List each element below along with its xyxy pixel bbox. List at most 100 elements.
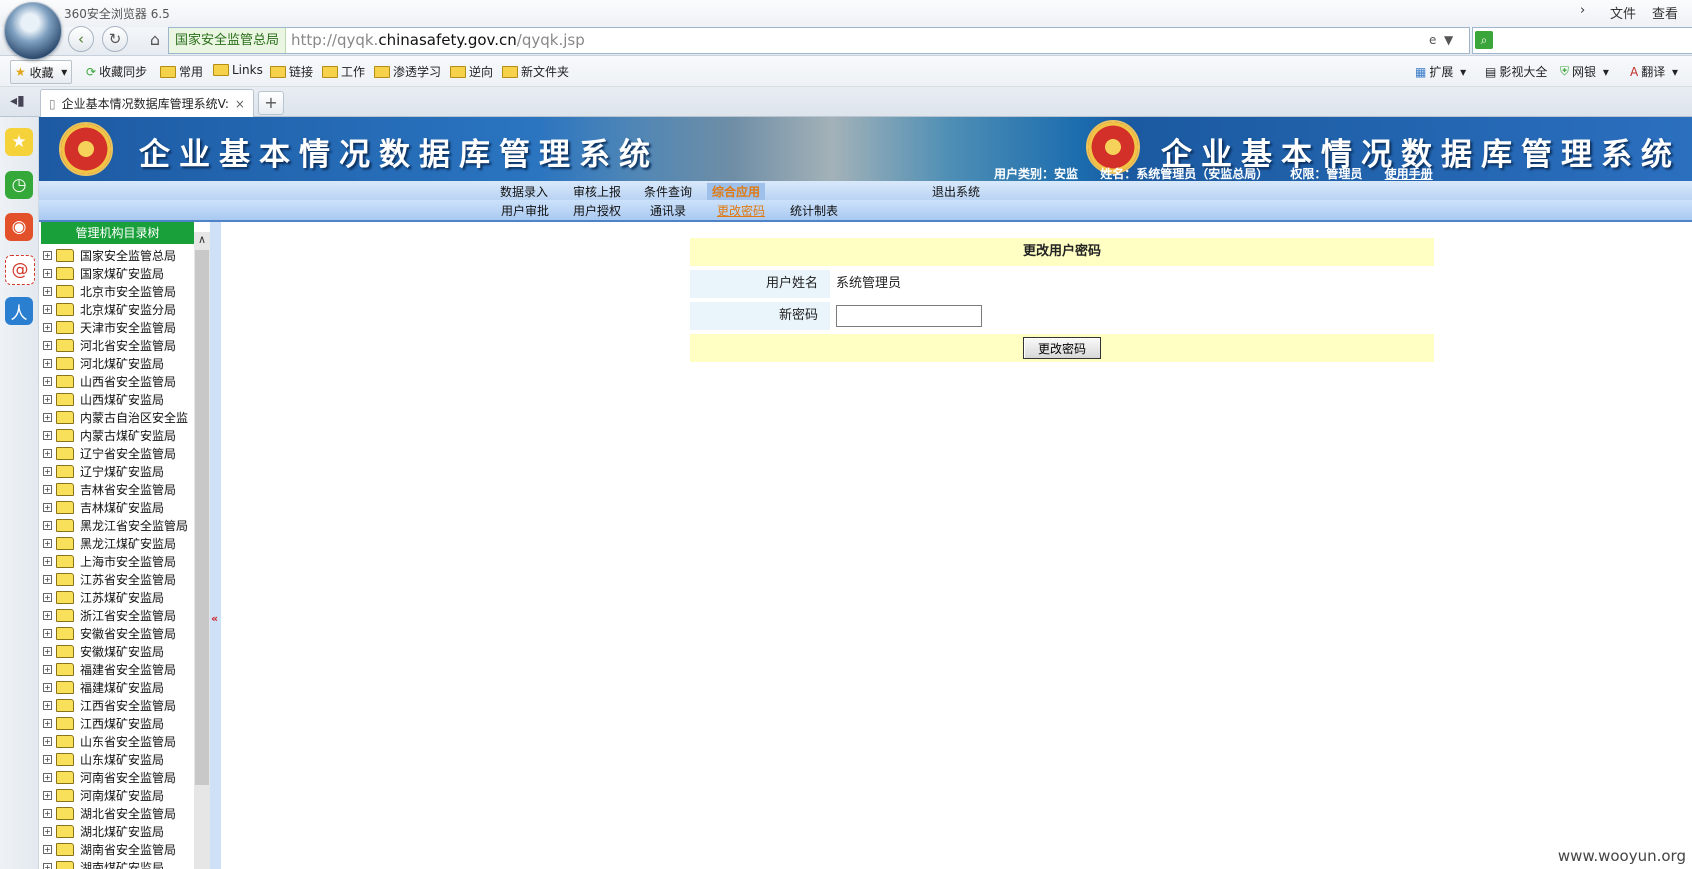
email-icon[interactable]: @ [5, 255, 35, 285]
expand-plus-icon[interactable]: + [43, 772, 52, 782]
tree-node[interactable]: + 江西省安全监管局 [41, 696, 194, 714]
new-tab-button[interactable]: + [258, 91, 284, 115]
tree-node[interactable]: + 湖北省安全监管局 [41, 804, 194, 822]
expand-plus-icon[interactable]: + [43, 250, 52, 260]
dropdown-arrow-icon[interactable]: ▼ [1444, 33, 1453, 47]
fav-sync[interactable]: ⟳ 收藏同步 [86, 63, 147, 80]
home-button[interactable]: ⌂ [144, 28, 166, 50]
bank-button[interactable]: ⛨ 网银 ▾ [1560, 63, 1609, 80]
tree-node[interactable]: + 湖南省安全监管局 [41, 840, 194, 858]
menu-condition-query[interactable]: 条件查询 [644, 183, 692, 200]
scroll-up-icon[interactable]: ∧ [194, 232, 210, 248]
tree-node[interactable]: + 黑龙江煤矿安监局 [41, 534, 194, 552]
expand-plus-icon[interactable]: + [43, 520, 52, 530]
favorites-button[interactable]: ★ 收藏 ▾ [10, 60, 73, 84]
tree-node[interactable]: + 福建煤矿安监局 [41, 678, 194, 696]
submenu-statistics[interactable]: 统计制表 [790, 202, 838, 219]
expand-plus-icon[interactable]: + [43, 844, 52, 854]
expand-plus-icon[interactable]: + [43, 502, 52, 512]
expand-plus-icon[interactable]: + [43, 736, 52, 746]
menu-review-report[interactable]: 审核上报 [573, 183, 621, 200]
tree-node[interactable]: + 黑龙江省安全监管局 [41, 516, 194, 534]
close-icon[interactable]: × [235, 97, 245, 111]
fav-folder-common[interactable]: 常用 [160, 63, 203, 80]
expand-plus-icon[interactable]: + [43, 682, 52, 692]
fav-folder-work[interactable]: 工作 [322, 63, 365, 80]
history-clock-icon[interactable]: ◷ [5, 171, 33, 199]
expand-plus-icon[interactable]: + [43, 718, 52, 728]
expand-plus-icon[interactable]: + [43, 646, 52, 656]
expand-plus-icon[interactable]: + [43, 448, 52, 458]
change-password-button[interactable]: 更改密码 [1023, 337, 1101, 359]
tree-node[interactable]: + 辽宁煤矿安监局 [41, 462, 194, 480]
translate-button[interactable]: A 翻译 ▾ [1630, 63, 1678, 80]
tree-node[interactable]: + 安徽省安全监管局 [41, 624, 194, 642]
tree-node[interactable]: + 国家煤矿安监局 [41, 264, 194, 282]
url-text[interactable]: http://qyqk.chinasafety.gov.cn/qyqk.jsp [291, 28, 585, 53]
tree-node[interactable]: + 北京煤矿安监分局 [41, 300, 194, 318]
search-icon[interactable]: ⌕ [1475, 31, 1493, 49]
tree-node[interactable]: + 湖北煤矿安监局 [41, 822, 194, 840]
chevron-right-icon[interactable]: › [1580, 3, 1585, 18]
expand-plus-icon[interactable]: + [43, 754, 52, 764]
tree-node[interactable]: + 山西省安全监管局 [41, 372, 194, 390]
tree-node[interactable]: + 国家安全监管总局 [41, 246, 194, 264]
fav-folder-link[interactable]: 链接 [270, 63, 313, 80]
expand-plus-icon[interactable]: + [43, 700, 52, 710]
menu-comprehensive[interactable]: 综合应用 [707, 183, 766, 200]
expand-plus-icon[interactable]: + [43, 286, 52, 296]
expand-plus-icon[interactable]: + [43, 862, 52, 869]
tree-node[interactable]: + 上海市安全监管局 [41, 552, 194, 570]
address-tools[interactable]: e ▼ [1429, 28, 1453, 53]
menu-data-entry[interactable]: 数据录入 [500, 183, 548, 200]
expand-plus-icon[interactable]: + [43, 376, 52, 386]
expand-plus-icon[interactable]: + [43, 592, 52, 602]
fav-folder-new[interactable]: 新文件夹 [502, 63, 569, 80]
tree-node[interactable]: + 吉林省安全监管局 [41, 480, 194, 498]
expand-plus-icon[interactable]: + [43, 322, 52, 332]
back-button[interactable]: ‹ [68, 26, 94, 52]
tree-node[interactable]: + 内蒙古自治区安全监 [41, 408, 194, 426]
expand-plus-icon[interactable]: + [43, 790, 52, 800]
submenu-user-approval[interactable]: 用户审批 [501, 202, 549, 219]
tree-node[interactable]: + 河南省安全监管局 [41, 768, 194, 786]
address-bar[interactable]: 国家安全监管总局 http://qyqk.chinasafety.gov.cn/… [168, 27, 1470, 54]
expand-plus-icon[interactable]: + [43, 430, 52, 440]
tree-node[interactable]: + 湖南煤矿安监局 [41, 858, 194, 869]
tree-node[interactable]: + 山东省安全监管局 [41, 732, 194, 750]
expand-plus-icon[interactable]: + [43, 304, 52, 314]
tree-node[interactable]: + 安徽煤矿安监局 [41, 642, 194, 660]
expand-plus-icon[interactable]: + [43, 466, 52, 476]
tree-node[interactable]: + 吉林煤矿安监局 [41, 498, 194, 516]
submenu-change-password[interactable]: 更改密码 [717, 202, 765, 219]
fav-folder-reverse[interactable]: 逆向 [450, 63, 493, 80]
expand-plus-icon[interactable]: + [43, 826, 52, 836]
tab-active[interactable]: ▯ 企业基本情况数据库管理系统V: × [40, 89, 254, 117]
tree-node[interactable]: + 河北煤矿安监局 [41, 354, 194, 372]
tree-node[interactable]: + 河北省安全监管局 [41, 336, 194, 354]
submenu-user-auth[interactable]: 用户授权 [573, 202, 621, 219]
favorites-star-icon[interactable]: ★ [5, 128, 33, 156]
tree-node[interactable]: + 江苏省安全监管局 [41, 570, 194, 588]
manual-link[interactable]: 使用手册 [1385, 167, 1433, 181]
expand-plus-icon[interactable]: + [43, 412, 52, 422]
video-button[interactable]: ▤ 影视大全 [1485, 63, 1547, 80]
expand-plus-icon[interactable]: + [43, 268, 52, 278]
expand-plus-icon[interactable]: + [43, 358, 52, 368]
menu-view[interactable]: 查看 [1652, 3, 1678, 22]
scroll-thumb[interactable] [195, 250, 209, 785]
expand-plus-icon[interactable]: + [43, 484, 52, 494]
tree-node[interactable]: + 辽宁省安全监管局 [41, 444, 194, 462]
tree-node[interactable]: + 浙江省安全监管局 [41, 606, 194, 624]
expand-plus-icon[interactable]: + [43, 628, 52, 638]
site-identity-label[interactable]: 国家安全监管总局 [169, 28, 287, 53]
ie-engine-icon[interactable]: e [1429, 33, 1436, 47]
tree-node[interactable]: + 江西煤矿安监局 [41, 714, 194, 732]
expand-plus-icon[interactable]: + [43, 394, 52, 404]
tree-node[interactable]: + 山东煤矿安监局 [41, 750, 194, 768]
collapse-arrow-icon[interactable]: « [211, 612, 218, 625]
renren-icon[interactable]: 人 [5, 297, 33, 325]
user-avatar[interactable] [4, 2, 62, 60]
expand-plus-icon[interactable]: + [43, 556, 52, 566]
tree-node[interactable]: + 天津市安全监管局 [41, 318, 194, 336]
